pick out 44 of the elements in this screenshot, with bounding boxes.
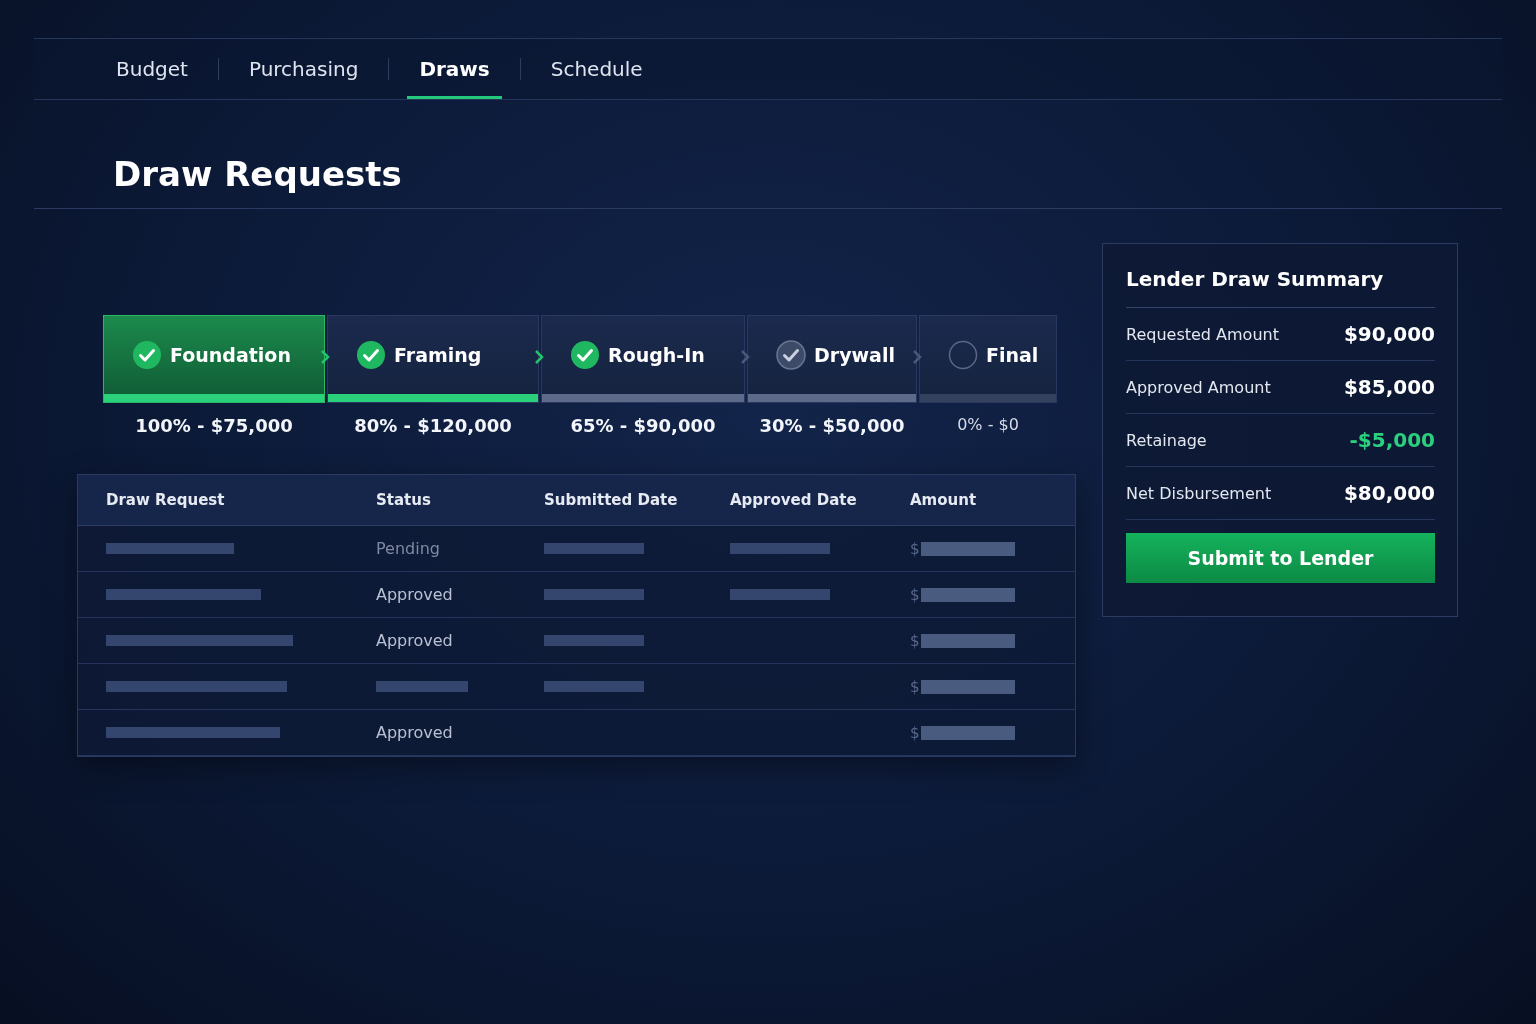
stage-amount: 0% - $0 — [956, 414, 1020, 434]
stage-label: Rough-In — [608, 344, 705, 366]
summary-label: Net Disbursement — [1126, 483, 1272, 503]
currency-sign: $ — [910, 631, 920, 650]
status-text: Approved — [376, 631, 453, 650]
stage-tab[interactable]: Rough-In — [541, 315, 745, 403]
page-title: Draw Requests — [34, 154, 1502, 209]
status-text: Pending — [376, 539, 440, 558]
tab[interactable]: Draws — [407, 39, 502, 99]
stage-label: Final — [986, 344, 1039, 366]
summary-value: $90,000 — [1343, 322, 1435, 346]
stage-amount: 80% - $120,000 — [353, 414, 513, 436]
tab[interactable]: Purchasing — [236, 39, 371, 99]
stage-amount: 65% - $90,000 — [569, 414, 717, 436]
stage-tab[interactable]: Foundation — [103, 315, 325, 403]
stage-label: Foundation — [170, 344, 291, 366]
stage-amount: 30% - $50,000 — [758, 414, 906, 436]
column-header: Amount — [910, 491, 978, 509]
stage-tab[interactable]: Drywall — [747, 315, 917, 403]
submit-button[interactable]: Submit to Lender — [1126, 533, 1435, 583]
column-header: Approved Date — [730, 491, 858, 509]
tab[interactable]: Budget — [104, 39, 200, 99]
stage-label: Drywall — [814, 344, 895, 366]
summary-label: Approved Amount — [1126, 377, 1271, 397]
stage-label: Framing — [394, 344, 482, 366]
tab[interactable]: Schedule — [538, 39, 655, 99]
currency-sign: $ — [910, 585, 920, 604]
currency-sign: $ — [910, 677, 920, 696]
currency-sign: $ — [910, 723, 920, 742]
column-header: Status — [376, 491, 432, 509]
summary-label: Retainage — [1126, 430, 1207, 450]
stage-amount: 100% - $75,000 — [134, 414, 294, 436]
stage-tab[interactable]: Final — [919, 315, 1057, 403]
summary-label: Requested Amount — [1126, 324, 1279, 344]
summary-value: $80,000 — [1343, 481, 1435, 505]
column-header: Submitted Date — [544, 491, 679, 509]
panel-title: Lender Draw Summary — [1126, 264, 1435, 308]
currency-sign: $ — [910, 539, 920, 558]
status-text: Approved — [376, 585, 453, 604]
summary-value: $85,000 — [1343, 375, 1435, 399]
stage-tab[interactable]: Framing — [327, 315, 539, 403]
status-text: Approved — [376, 723, 453, 742]
summary-value: -$5,000 — [1349, 428, 1435, 452]
column-header: Draw Request — [106, 491, 226, 509]
